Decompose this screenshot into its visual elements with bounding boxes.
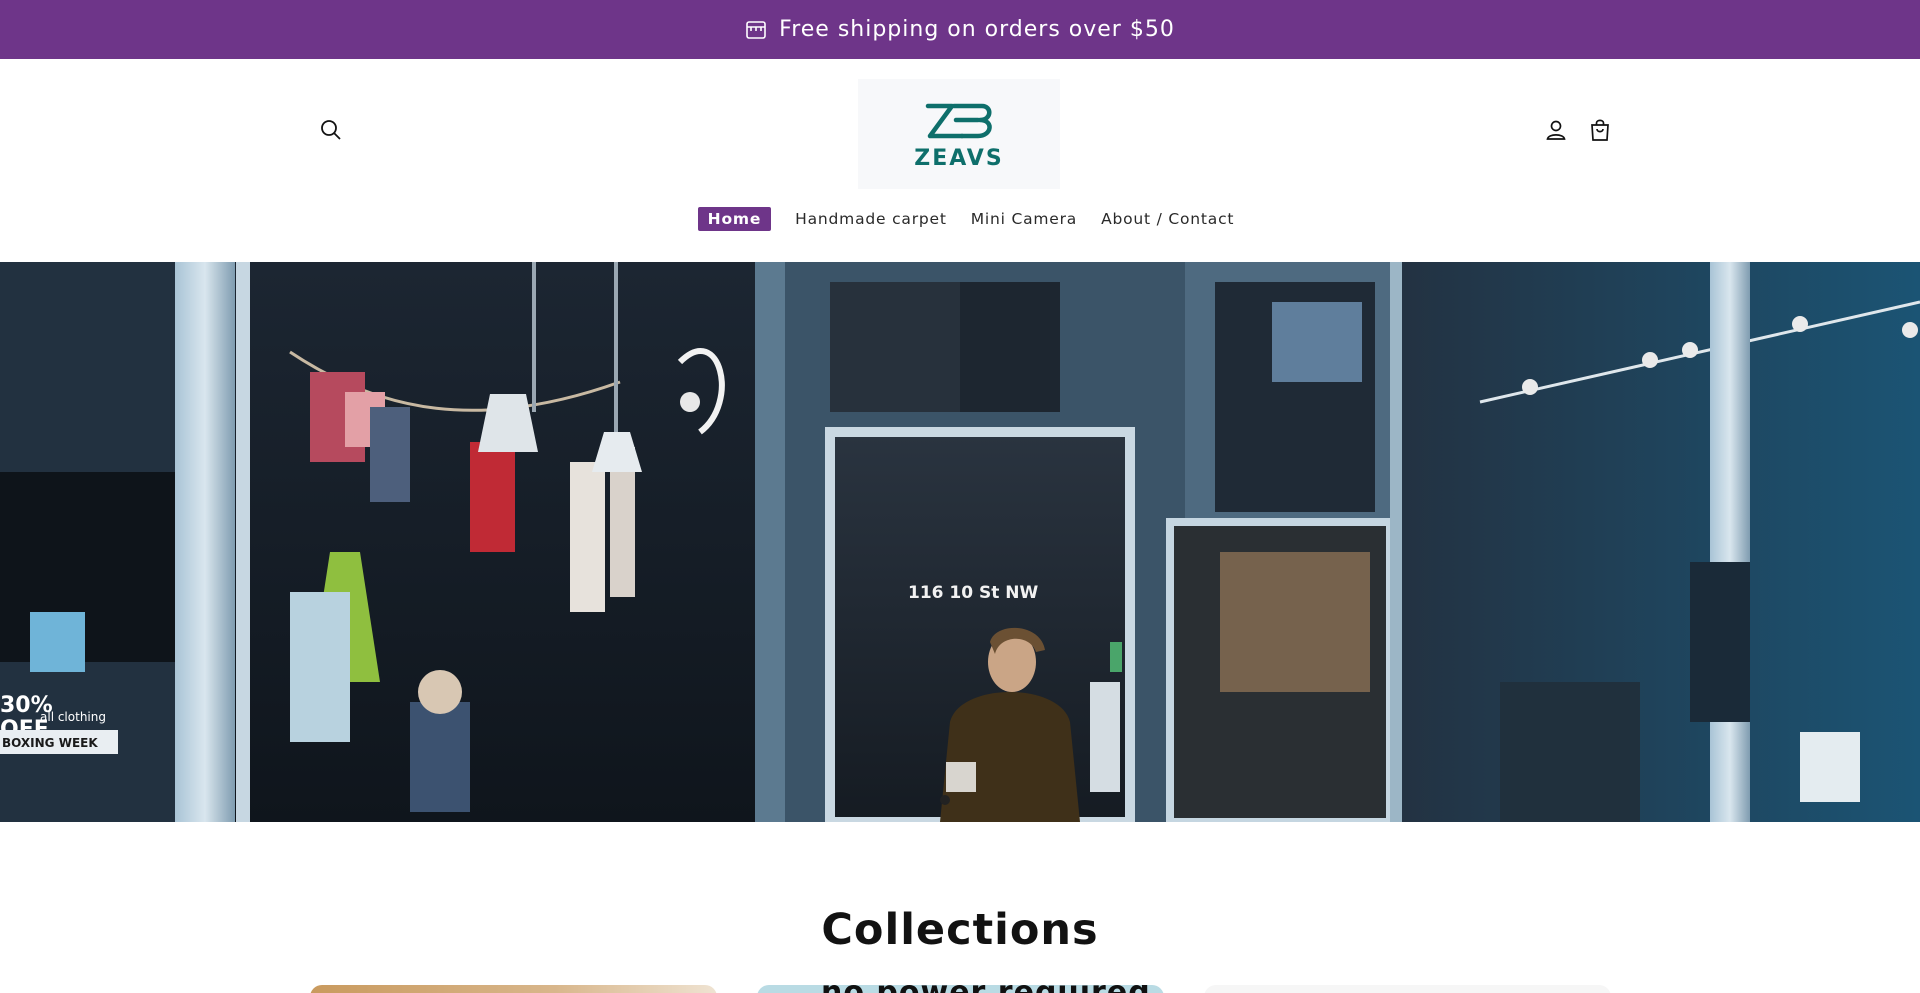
main-navigation: Home Handmade carpet Mini Camera About /…	[0, 207, 1920, 231]
cart-button[interactable]	[1586, 118, 1614, 146]
collection-card[interactable]	[310, 985, 717, 993]
site-logo[interactable]: ZEAVS	[858, 79, 1060, 189]
site-header: ZEAVS Home Handmade carpet Mini Camera A…	[0, 59, 1920, 262]
account-icon	[1544, 118, 1568, 146]
search-button[interactable]	[317, 118, 345, 146]
collection-card[interactable]: no power required	[757, 985, 1164, 993]
cart-icon	[1588, 118, 1612, 146]
logo-text: ZEAVS	[914, 145, 1004, 171]
account-button[interactable]	[1542, 118, 1570, 146]
address-sign: 116 10 St NW	[908, 583, 1038, 603]
announcement-text: Free shipping on orders over $50	[779, 17, 1175, 42]
store-icon	[745, 19, 767, 41]
logo-mark	[925, 103, 992, 138]
collections-heading: Collections	[821, 905, 1099, 955]
collection-card-caption: no power required	[821, 985, 1151, 993]
nav-about-contact[interactable]: About / Contact	[1101, 207, 1234, 231]
storefront-image: 30% OFF all clothing BOXING WEEK 118	[0, 262, 1920, 822]
nav-home[interactable]: Home	[697, 207, 772, 231]
window-sign-clothing: all clothing	[40, 710, 106, 724]
collection-card[interactable]	[1204, 985, 1611, 993]
hero-banner[interactable]: 30% OFF all clothing BOXING WEEK 118	[0, 262, 1920, 822]
search-icon	[319, 118, 343, 146]
window-sign-boxing: BOXING WEEK	[2, 736, 98, 750]
nav-mini-camera[interactable]: Mini Camera	[971, 207, 1077, 231]
nav-handmade-carpet[interactable]: Handmade carpet	[795, 207, 947, 231]
announcement-bar: Free shipping on orders over $50	[0, 0, 1920, 59]
